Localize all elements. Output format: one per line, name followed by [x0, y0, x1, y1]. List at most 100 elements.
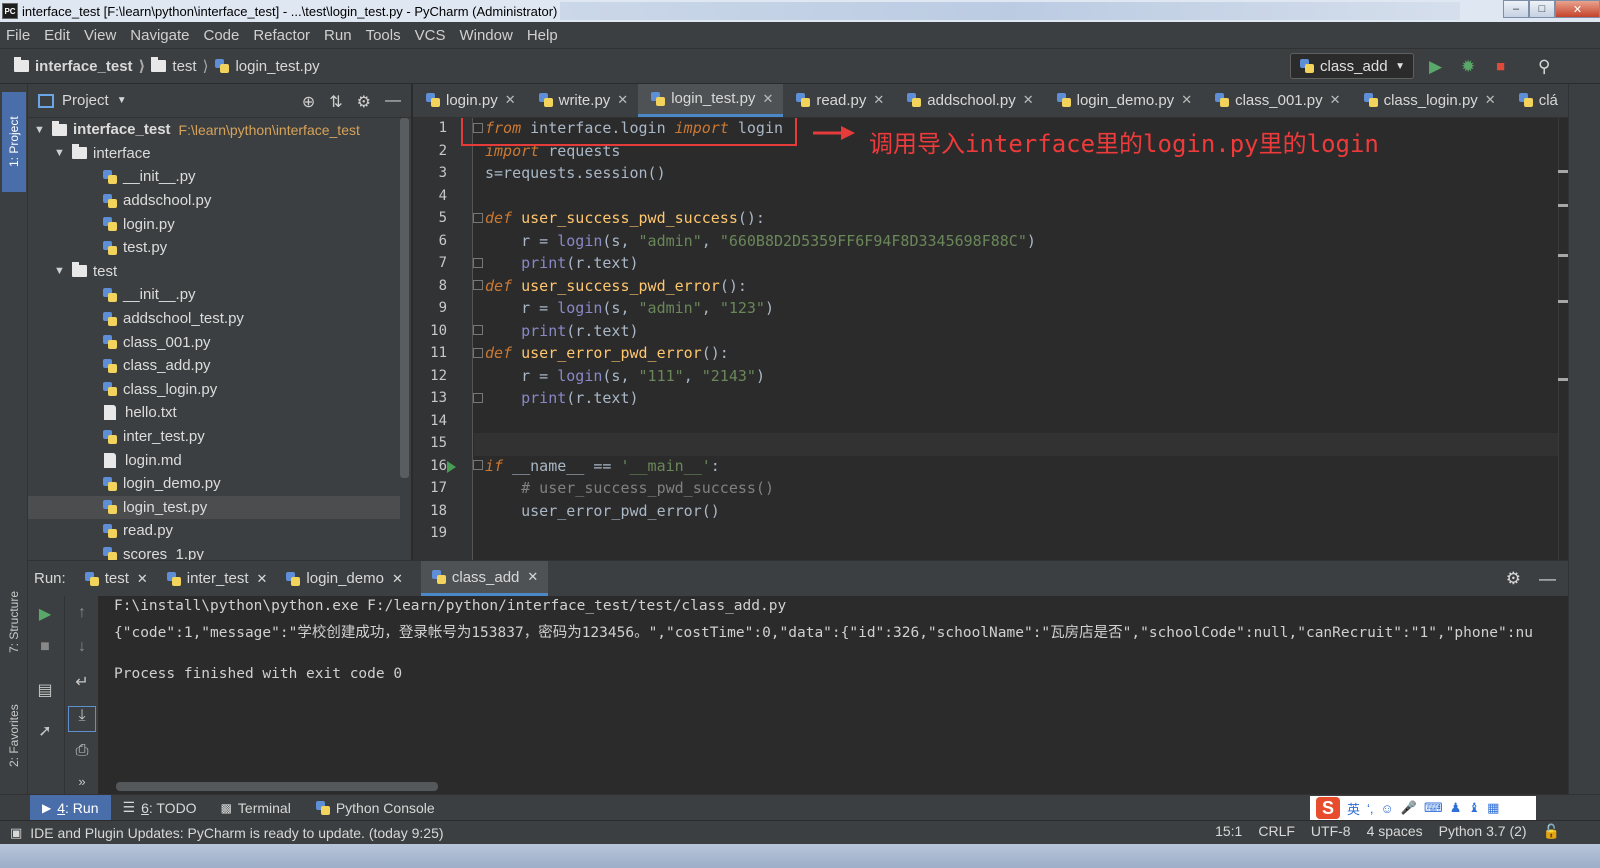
close-tab-icon[interactable]: ✕ [1330, 92, 1341, 108]
menu-help[interactable]: Help [527, 27, 558, 44]
skin-icon[interactable]: ♝ [1468, 800, 1480, 816]
status-line-separator[interactable]: CRLF [1258, 823, 1295, 840]
fold-marker-icon[interactable] [473, 348, 483, 358]
tree-item-file[interactable]: login.md [28, 448, 400, 472]
fold-marker-icon[interactable] [473, 460, 483, 470]
fold-marker-icon[interactable] [473, 258, 483, 268]
error-stripe-mark[interactable] [1558, 378, 1568, 381]
menu-edit[interactable]: Edit [44, 27, 70, 44]
tree-item-file[interactable]: test.py [28, 236, 400, 260]
gear-icon[interactable]: ⚙ [1506, 569, 1521, 589]
breadcrumb-file[interactable]: login_test.py [214, 58, 320, 75]
menu-code[interactable]: Code [203, 27, 239, 44]
microphone-icon[interactable]: 🎤 [1401, 800, 1417, 816]
tree-item-file[interactable]: class_login.py [28, 378, 400, 402]
menu-run[interactable]: Run [324, 27, 352, 44]
tree-item-file[interactable]: read.py [28, 519, 400, 543]
tree-item-folder[interactable]: ▼ test [28, 260, 400, 284]
fold-marker-icon[interactable] [473, 213, 483, 223]
close-tab-icon[interactable]: ✕ [527, 569, 538, 585]
tab-login-demo-py[interactable]: login_demo.py ✕ [1044, 84, 1202, 117]
pin-icon[interactable]: ➚ [28, 721, 62, 741]
tool-tab-favorites[interactable]: 2: Favorites [2, 686, 26, 786]
close-tab-icon[interactable]: ✕ [1181, 92, 1192, 108]
tab-read-py[interactable]: read.py ✕ [783, 84, 894, 117]
tool-tab-structure[interactable]: 7: Structure [2, 572, 26, 672]
close-tab-icon[interactable]: ✕ [392, 571, 403, 587]
tab-login-py[interactable]: login.py ✕ [413, 84, 526, 117]
tree-item-folder[interactable]: ▼ interface [28, 142, 400, 166]
stop-icon[interactable]: ■ [1496, 58, 1505, 75]
menu-window[interactable]: Window [459, 27, 512, 44]
tool-tab-python-console[interactable]: Python Console [303, 795, 447, 821]
close-tab-icon[interactable]: ✕ [137, 571, 148, 587]
project-panel-title[interactable]: Project [62, 92, 109, 109]
more-icon[interactable]: » [65, 774, 99, 789]
tree-item-file[interactable]: addschool.py [28, 189, 400, 213]
close-tab-icon[interactable]: ✕ [1023, 92, 1034, 108]
tab-class-login-py[interactable]: class_login.py ✕ [1351, 84, 1506, 117]
menu-navigate[interactable]: Navigate [130, 27, 189, 44]
console-output[interactable]: F:\install\python\python.exe F:/learn/py… [114, 596, 1568, 786]
tree-item-file[interactable]: hello.txt [28, 401, 400, 425]
stop-icon[interactable]: ■ [28, 638, 62, 656]
ime-language-toggle[interactable]: 英 [1347, 799, 1360, 818]
menu-refactor[interactable]: Refactor [253, 27, 310, 44]
fold-marker-icon[interactable] [473, 393, 483, 403]
sogou-logo-icon[interactable]: S [1316, 797, 1340, 819]
scroll-to-end-icon[interactable]: ⤓ [68, 706, 96, 732]
layout-icon[interactable]: ▤ [28, 680, 62, 700]
fold-marker-icon[interactable] [473, 325, 483, 335]
tab-class-001-py[interactable]: class_001.py ✕ [1202, 84, 1350, 117]
hide-panel-icon[interactable]: — [385, 92, 401, 112]
tool-tab-terminal[interactable]: ▩ Terminal [209, 795, 303, 821]
hide-panel-icon[interactable]: — [1539, 569, 1556, 589]
emoji-icon[interactable]: ☺ [1381, 801, 1394, 816]
tool-tab-run[interactable]: ▶ 4: Run [30, 794, 111, 821]
punctuation-icon[interactable]: ‘, [1367, 801, 1374, 816]
tool-tab-todo[interactable]: ☰ 6: TODO [111, 795, 209, 821]
status-indent[interactable]: 4 spaces [1367, 823, 1423, 840]
user-icon[interactable]: ♟ [1450, 800, 1462, 816]
expand-arrow-icon[interactable]: ▼ [34, 124, 46, 136]
tab-login-test-py[interactable]: login_test.py ✕ [638, 84, 784, 117]
close-tab-icon[interactable]: ✕ [505, 92, 516, 108]
minimize-button[interactable]: – [1503, 0, 1529, 18]
run-tab-test[interactable]: test ✕ [84, 561, 148, 596]
error-stripe-mark[interactable] [1558, 254, 1568, 257]
grid-icon[interactable]: ▦ [1487, 800, 1499, 816]
collapse-all-icon[interactable]: ⇅ [329, 92, 342, 112]
expand-arrow-icon[interactable]: ▼ [54, 147, 66, 159]
menu-file[interactable]: File [6, 27, 30, 44]
run-configuration-select[interactable]: class_add ▼ [1290, 53, 1414, 79]
expand-arrow-icon[interactable]: ▼ [54, 265, 66, 277]
error-stripe-mark[interactable] [1558, 300, 1568, 303]
console-horizontal-scrollbar[interactable] [116, 782, 438, 791]
status-interpreter[interactable]: Python 3.7 (2) [1439, 823, 1527, 840]
run-tab-inter-test[interactable]: inter_test ✕ [166, 561, 267, 596]
locate-file-icon[interactable]: ⊕ [302, 92, 315, 112]
status-encoding[interactable]: UTF-8 [1311, 823, 1351, 840]
tool-tab-project[interactable]: 1: Project [2, 92, 26, 192]
error-stripe-mark[interactable] [1558, 170, 1568, 173]
toggle-tool-windows-icon[interactable]: ▣ [10, 825, 22, 841]
maximize-button[interactable]: □ [1529, 0, 1555, 18]
run-icon[interactable]: ▶ [1429, 57, 1442, 77]
close-tab-icon[interactable]: ✕ [617, 92, 628, 108]
dropdown-arrow-icon[interactable]: ▼ [117, 95, 127, 106]
close-window-button[interactable]: ✕ [1555, 0, 1600, 18]
close-tab-icon[interactable]: ✕ [256, 571, 267, 587]
print-icon[interactable]: ⎙ [65, 742, 99, 760]
run-tab-login-demo[interactable]: login_demo ✕ [285, 561, 403, 596]
tree-root[interactable]: ▼ interface_test F:\learn\python\interfa… [28, 118, 400, 142]
debug-bug-icon[interactable]: ✹ [1461, 57, 1475, 77]
fold-marker-icon[interactable] [473, 280, 483, 290]
status-message[interactable]: ▣ IDE and Plugin Updates: PyCharm is rea… [10, 825, 444, 841]
tree-item-file[interactable]: class_001.py [28, 330, 400, 354]
search-icon[interactable]: ⚲ [1538, 57, 1550, 77]
tab-truncated[interactable]: clá [1506, 84, 1568, 117]
rerun-icon[interactable]: ▶ [28, 604, 62, 624]
menu-vcs[interactable]: VCS [415, 27, 446, 44]
down-arrow-icon[interactable]: ↓ [65, 638, 99, 656]
tree-item-file[interactable]: login.py [28, 212, 400, 236]
